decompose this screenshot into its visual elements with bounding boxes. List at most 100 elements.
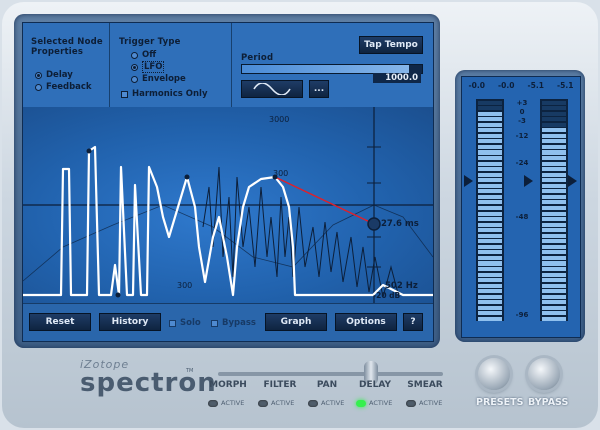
trigger-lfo-radio[interactable]: LFO [131, 61, 186, 73]
period-value: 1000.0 [373, 73, 421, 83]
delay-radio[interactable]: Delay [35, 69, 92, 81]
module-label-morph[interactable]: MORPH [198, 380, 258, 390]
module-label-smear[interactable]: SMEAR [395, 380, 455, 390]
active-label: ACTIVE [419, 399, 443, 407]
solo-label: Solo [180, 318, 201, 328]
meter-segment [478, 228, 502, 233]
lfo-graph[interactable]: 3000 300 300 27.6 ms 502 Hz -20 dB [23, 107, 433, 303]
meter-segment [542, 233, 566, 238]
help-button[interactable]: ? [403, 313, 423, 331]
meter-pointer-icon [464, 175, 473, 187]
meter-segment [478, 211, 502, 216]
trigger-off-radio[interactable]: Off [131, 49, 186, 61]
node-delay-readout: 27.6 ms [381, 219, 419, 229]
meter-segment [478, 139, 502, 144]
delay-radio-label: Delay [46, 70, 73, 80]
meter-segment [478, 300, 502, 305]
frequency-readout: 502 Hz [385, 281, 418, 291]
history-button[interactable]: History [99, 313, 161, 331]
scale-plus3: +3 [516, 99, 528, 107]
module-active-filter[interactable]: ACTIVE [258, 399, 294, 407]
graph-button[interactable]: Graph [265, 313, 327, 331]
meter-segment [542, 239, 566, 244]
meter-segment [542, 316, 566, 321]
meter-segment [542, 133, 566, 138]
meter-segment [542, 222, 566, 227]
meter-segment [478, 100, 502, 105]
main-screen: Selected Node Properties Delay Feedback … [22, 22, 434, 342]
meter-segment [478, 183, 502, 188]
meter-segment [542, 211, 566, 216]
more-button[interactable]: ... [309, 80, 329, 98]
meter-segment [478, 172, 502, 177]
meter-segment [542, 161, 566, 166]
output-meter-panel: -0.0 -0.0 -5.1 -5.1 +3 0 -3 -12 -24 -48 … [455, 70, 585, 342]
meter-segment [542, 305, 566, 310]
meter-segment [478, 272, 502, 277]
bypass-checkbox[interactable]: Bypass [211, 317, 256, 329]
meter-segment [542, 111, 566, 116]
peak-readout-4: -5.1 [557, 81, 574, 90]
meter-segment [542, 255, 566, 260]
meter-segment [478, 261, 502, 266]
options-button[interactable]: Options [335, 313, 397, 331]
meter-segment [542, 117, 566, 122]
meter-segment [542, 150, 566, 155]
meter-segment [478, 244, 502, 249]
meter-segment [542, 228, 566, 233]
module-active-pan[interactable]: ACTIVE [308, 399, 344, 407]
led-icon [208, 399, 218, 407]
meter-segment [478, 133, 502, 138]
meter-segment [542, 172, 566, 177]
meter-segment [478, 106, 502, 111]
meter-segment [478, 117, 502, 122]
module-active-morph[interactable]: ACTIVE [208, 399, 244, 407]
trigger-envelope-label: Envelope [142, 74, 186, 84]
meter-segment [542, 250, 566, 255]
trigger-lfo-label: LFO [142, 61, 165, 73]
meter-segment [478, 283, 502, 288]
node-properties-section: Selected Node Properties Delay Feedback [23, 23, 110, 107]
trigger-section: Trigger Type Off LFO Envelope Harmonics … [109, 23, 232, 107]
meter-segment [542, 217, 566, 222]
feedback-radio[interactable]: Feedback [35, 81, 92, 93]
meter-bar-left [476, 99, 504, 321]
meter-segment [542, 289, 566, 294]
led-icon [258, 399, 268, 407]
tap-tempo-button[interactable]: Tap Tempo [359, 36, 423, 54]
properties-panel: Selected Node Properties Delay Feedback … [23, 23, 433, 108]
radio-dot-icon [35, 71, 42, 79]
period-title: Period [241, 53, 274, 63]
radio-dot-icon [131, 75, 138, 83]
meter-segment [542, 106, 566, 111]
trigger-off-label: Off [142, 50, 157, 60]
meter-segment [478, 305, 502, 310]
scale-minus96: -96 [515, 311, 529, 319]
led-icon [356, 399, 366, 407]
bypass-knob[interactable] [528, 358, 560, 390]
presets-knob[interactable] [478, 358, 510, 390]
harmonics-only-label: Harmonics Only [132, 89, 208, 99]
trigger-envelope-radio[interactable]: Envelope [131, 73, 186, 85]
meter-segment [478, 239, 502, 244]
meter-segment [542, 156, 566, 161]
meter-segment [478, 267, 502, 272]
radio-dot-icon [131, 51, 138, 59]
module-slider-track[interactable] [218, 372, 443, 376]
checkbox-icon [211, 319, 218, 327]
waveform-button[interactable] [241, 80, 303, 98]
module-active-delay[interactable]: ACTIVE [356, 399, 392, 407]
peak-readout-1: -0.0 [468, 81, 485, 90]
reset-button[interactable]: Reset [29, 313, 91, 331]
scale-minus48: -48 [515, 213, 529, 221]
meter-segment [542, 278, 566, 283]
meter-segment [478, 289, 502, 294]
trigger-options: Off LFO Envelope [131, 49, 186, 85]
meter-segment [478, 316, 502, 321]
module-active-smear[interactable]: ACTIVE [406, 399, 442, 407]
meter-segment [542, 272, 566, 277]
active-label: ACTIVE [369, 399, 393, 407]
checkbox-icon [121, 90, 128, 98]
harmonics-only-checkbox[interactable]: Harmonics Only [121, 88, 208, 100]
solo-checkbox[interactable]: Solo [169, 317, 201, 329]
